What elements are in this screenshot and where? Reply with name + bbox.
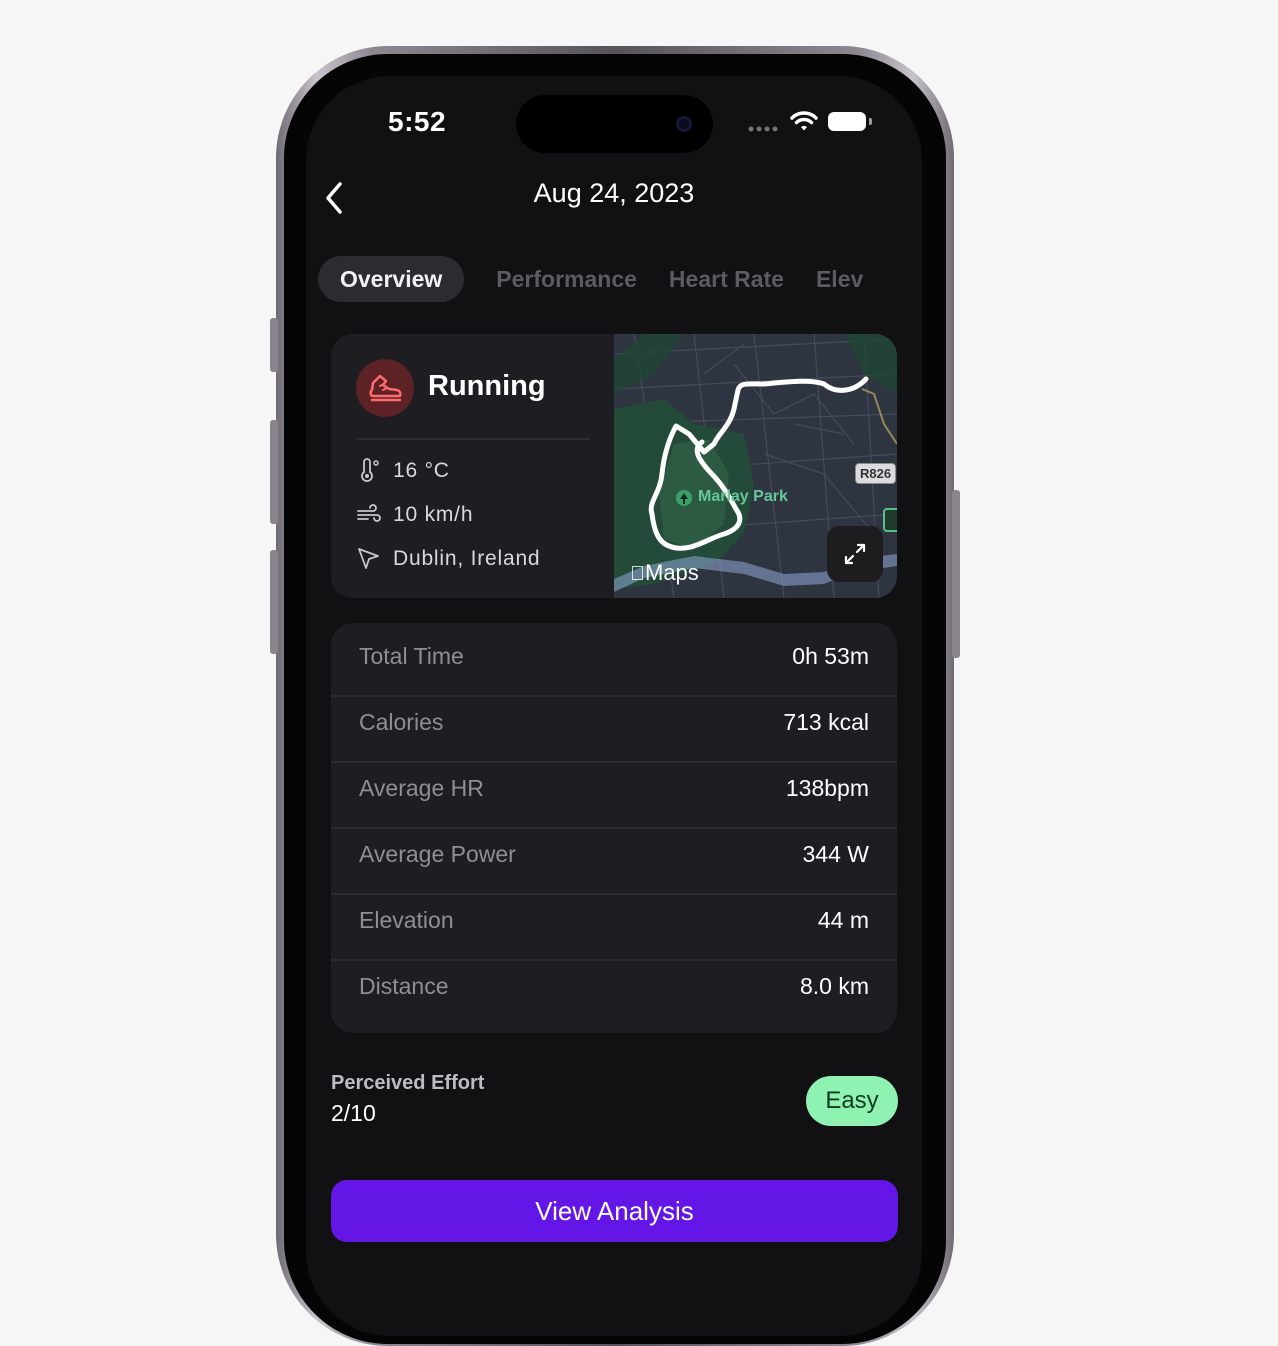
location-value: Dublin, Ireland xyxy=(393,546,541,570)
stat-label: Distance xyxy=(359,973,449,999)
stat-value: 0h 53m xyxy=(792,643,869,669)
stat-row-elevation: Elevation 44 m xyxy=(331,887,897,953)
expand-arrows-icon xyxy=(844,543,866,565)
stat-row-calories: Calories 713 kcal xyxy=(331,689,897,755)
stat-row-distance: Distance 8.0 km xyxy=(331,953,897,1019)
wind-row: 10 km/h xyxy=(356,502,473,527)
battery-icon xyxy=(828,112,866,131)
wind-icon xyxy=(357,504,381,522)
maps-brand-label: Maps xyxy=(630,560,699,585)
divider xyxy=(356,438,590,440)
status-time: 5:52 xyxy=(388,106,447,137)
tab-performance[interactable]: Performance xyxy=(496,256,637,302)
tab-heart-rate[interactable]: Heart Rate xyxy=(669,256,784,302)
stats-card: Total Time 0h 53m Calories 713 kcal Aver… xyxy=(331,623,897,1033)
app-screen: 5:52 Aug 24, 2023 Overview Performance H… xyxy=(306,76,922,1336)
tab-elevation[interactable]: Elev xyxy=(816,256,863,302)
effort-label: Perceived Effort xyxy=(331,1072,485,1094)
sport-label: Running xyxy=(428,370,546,402)
temperature-row: 16 °C xyxy=(356,458,450,483)
apple-logo-icon:  xyxy=(630,563,645,585)
effort-value: 2/10 xyxy=(331,1100,376,1126)
page-title: Aug 24, 2023 xyxy=(533,178,695,208)
stat-value: 138bpm xyxy=(785,775,869,801)
map-park-label: Marlay Park xyxy=(698,488,788,505)
location-row: Dublin, Ireland xyxy=(356,546,540,571)
tab-overview[interactable]: Overview xyxy=(318,256,465,302)
volume-up-button xyxy=(270,420,278,524)
stat-row-total-time: Total Time 0h 53m xyxy=(331,623,897,689)
view-analysis-button[interactable]: View Analysis xyxy=(331,1180,898,1242)
running-shoe-icon xyxy=(356,359,414,417)
wind-value: 10 km/h xyxy=(393,502,474,526)
workout-summary-card: Running 16 °C 10 km/h Dublin, Ireland Ma… xyxy=(331,334,897,598)
map-road-badge: R826 xyxy=(855,463,897,484)
stat-value: 44 m xyxy=(817,907,869,933)
battery-tip xyxy=(869,118,872,125)
stat-label: Total Time xyxy=(359,643,464,669)
stat-row-average-hr: Average HR 138bpm xyxy=(331,755,897,821)
expand-map-button[interactable] xyxy=(827,526,883,582)
stat-value: 713 kcal xyxy=(783,709,869,735)
stat-label: Elevation xyxy=(359,907,454,933)
stat-label: Calories xyxy=(359,709,444,735)
tab-bar: Overview Performance Heart Rate Elev xyxy=(318,256,863,302)
wifi-icon xyxy=(790,111,818,131)
camera-icon xyxy=(676,116,692,132)
stat-label: Average HR xyxy=(359,775,484,801)
effort-badge: Easy xyxy=(806,1076,898,1126)
stat-value: 8.0 km xyxy=(799,973,869,999)
action-button xyxy=(270,318,278,372)
power-button xyxy=(952,490,960,658)
volume-down-button xyxy=(270,550,278,654)
thermometer-icon xyxy=(361,458,379,482)
temperature-value: 16 °C xyxy=(393,458,450,482)
signal-icon xyxy=(748,126,778,132)
stat-row-average-power: Average Power 344 W xyxy=(331,821,897,887)
stat-value: 344 W xyxy=(802,841,869,867)
location-arrow-icon xyxy=(358,548,379,569)
stat-label: Average Power xyxy=(359,841,516,867)
